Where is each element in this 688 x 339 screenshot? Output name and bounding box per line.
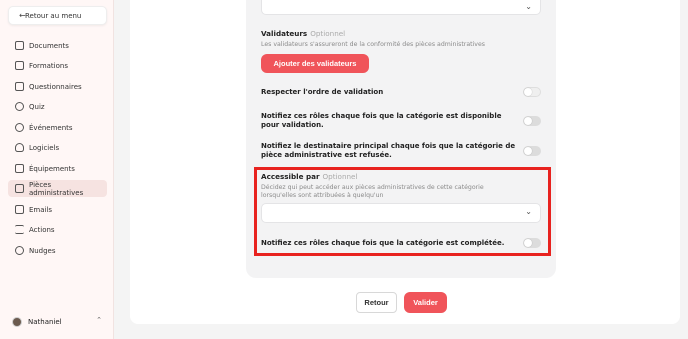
document-icon bbox=[15, 41, 24, 50]
bulb-icon bbox=[15, 143, 24, 152]
arrow-left-icon: ← bbox=[19, 11, 26, 20]
sidebar-item-label: Équipements bbox=[29, 164, 75, 173]
quiz-icon bbox=[15, 102, 24, 111]
sidebar-item-label: Formations bbox=[29, 61, 68, 70]
sidebar-item-label: Événements bbox=[29, 123, 73, 132]
sidebar-item-quiz[interactable]: Quiz bbox=[8, 98, 107, 115]
back-to-menu-label: Retour au menu bbox=[25, 11, 82, 20]
top-select[interactable]: ⌄ bbox=[261, 0, 541, 15]
sidebar-item-emails[interactable]: Emails bbox=[8, 201, 107, 218]
sidebar-item-label: Documents bbox=[29, 41, 69, 50]
sidebar-item-documents[interactable]: Documents bbox=[8, 37, 107, 54]
sidebar-item-actions[interactable]: Actions bbox=[8, 221, 107, 238]
id-card-icon bbox=[15, 184, 24, 193]
validateurs-helper: Les validateurs s'assureront de la confo… bbox=[261, 41, 485, 48]
sidebar-item-label: Logiciels bbox=[29, 143, 60, 152]
toggle-label-validation-order: Respecter l'ordre de validation bbox=[261, 88, 384, 96]
sidebar-item-label: Quiz bbox=[29, 102, 45, 111]
valider-button[interactable]: Valider bbox=[404, 292, 447, 313]
retour-button[interactable]: Retour bbox=[356, 292, 397, 313]
avatar bbox=[12, 317, 22, 327]
sidebar-item-label: Emails bbox=[29, 205, 53, 214]
back-to-menu-button[interactable]: ← Retour au menu bbox=[8, 6, 107, 25]
sidebar-item-equipements[interactable]: Équipements bbox=[8, 160, 107, 177]
validateurs-label: Validateurs Optionnel bbox=[261, 29, 346, 38]
sidebar-item-label: Nudges bbox=[29, 246, 56, 255]
book-icon bbox=[15, 61, 24, 70]
sidebar-item-questionnaires[interactable]: Questionnaires bbox=[8, 78, 107, 95]
toggle-label-available-for-validation: Notifiez ces rôles chaque fois que la ca… bbox=[261, 112, 502, 129]
user-menu[interactable]: Nathaniel ⌃ bbox=[12, 314, 104, 330]
monitor-icon bbox=[15, 164, 24, 173]
optional-tag: Optionnel bbox=[310, 29, 346, 38]
mail-icon bbox=[15, 205, 24, 214]
sidebar-item-label: Actions bbox=[29, 225, 55, 234]
user-name: Nathaniel bbox=[28, 318, 62, 326]
toggle-refused[interactable] bbox=[523, 146, 541, 156]
sidebar-item-label: Pièces administratives bbox=[29, 180, 84, 197]
list-icon bbox=[15, 225, 24, 234]
highlight-box bbox=[254, 167, 551, 256]
questionnaire-icon bbox=[15, 82, 24, 91]
toggle-label-refused: Notifiez le destinataire principal chaqu… bbox=[261, 142, 516, 159]
people-icon bbox=[15, 123, 24, 132]
chevron-up-down-icon: ⌃ bbox=[96, 316, 102, 324]
toggle-validation-order[interactable] bbox=[523, 87, 541, 97]
sidebar: ← Retour au menu Documents Formations Qu… bbox=[0, 0, 114, 339]
sidebar-item-logiciels[interactable]: Logiciels bbox=[8, 139, 107, 156]
toggle-available-for-validation[interactable] bbox=[523, 116, 541, 126]
sidebar-item-pieces-administratives[interactable]: Pièces administratives bbox=[8, 180, 107, 197]
sidebar-item-formations[interactable]: Formations bbox=[8, 57, 107, 74]
chevron-down-icon: ⌄ bbox=[525, 2, 532, 11]
group-icon bbox=[15, 246, 24, 255]
add-validators-button[interactable]: Ajouter des validateurs bbox=[261, 54, 369, 73]
sidebar-item-nudges[interactable]: Nudges bbox=[8, 242, 107, 259]
sidebar-item-evenements[interactable]: Événements bbox=[8, 119, 107, 136]
sidebar-item-label: Questionnaires bbox=[29, 82, 82, 91]
